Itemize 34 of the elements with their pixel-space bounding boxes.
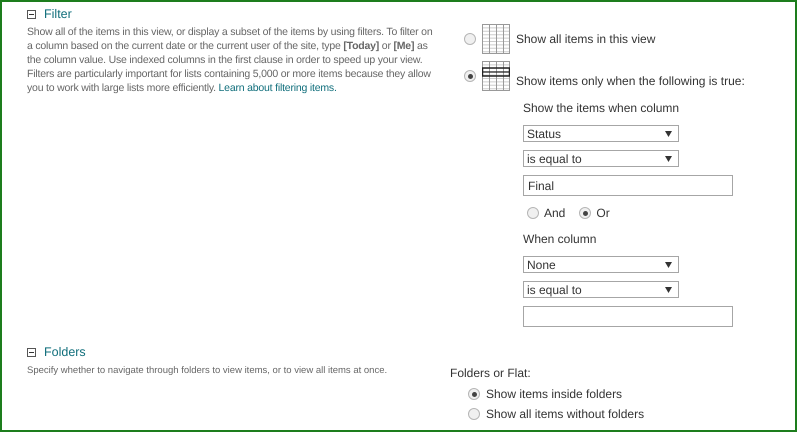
dropdown[interactable]: is equal to	[523, 281, 679, 298]
radio-button[interactable]	[464, 70, 476, 82]
section-description: Show all of the items in this view, or display a subset of the items by using filters. To filter on a column based on the current date or the current user of the site, type [Today] or [Me] as the column value. Use indexed columns in the first clause in order to speed up your view. Filters are particularly important for lists containing 5,000 or more items because they allow you to work with large lists more efficiently. Learn about filtering items.	[27, 25, 434, 95]
radio-button[interactable]	[468, 388, 480, 400]
dropdown[interactable]: None	[523, 256, 679, 273]
option-label[interactable]: Show all items in this view	[516, 30, 656, 48]
table-icon	[482, 24, 510, 54]
value-field[interactable]	[523, 306, 733, 327]
dropdown-arrow-icon	[665, 130, 672, 136]
clause-label: When column	[523, 231, 598, 248]
option-label[interactable]: Show items only when the following is true:	[516, 72, 745, 90]
clause-label: Show the items when column	[523, 100, 680, 117]
section-title[interactable]: Filter	[44, 4, 72, 24]
radio-label[interactable]: Show all items without folders	[486, 405, 644, 423]
radio-button[interactable]	[527, 207, 539, 219]
value-field[interactable]: Final	[523, 175, 733, 196]
section-description: Specify whether to navigate through folders to view items, or to view all items at once.	[27, 364, 388, 378]
radio-label[interactable]: Show items inside folders	[486, 385, 622, 403]
radio-label[interactable]: Or	[596, 204, 610, 222]
group-label: Folders or Flat:	[450, 366, 531, 380]
learn-more-link[interactable]: Learn about filtering items.	[218, 82, 337, 94]
table-icon	[482, 61, 510, 91]
dropdown-arrow-icon	[665, 156, 672, 162]
radio-button[interactable]	[468, 408, 480, 420]
collapse-icon[interactable]	[27, 348, 36, 356]
section-title[interactable]: Folders	[44, 342, 86, 362]
radio-button[interactable]	[579, 207, 592, 219]
dropdown-arrow-icon	[665, 286, 672, 292]
radio-label[interactable]: And	[544, 204, 566, 222]
dropdown[interactable]: is equal to	[523, 150, 679, 167]
radio-button[interactable]	[464, 33, 476, 45]
dropdown[interactable]: Status	[523, 125, 679, 142]
collapse-icon[interactable]	[27, 10, 36, 18]
dropdown-arrow-icon	[665, 262, 672, 268]
